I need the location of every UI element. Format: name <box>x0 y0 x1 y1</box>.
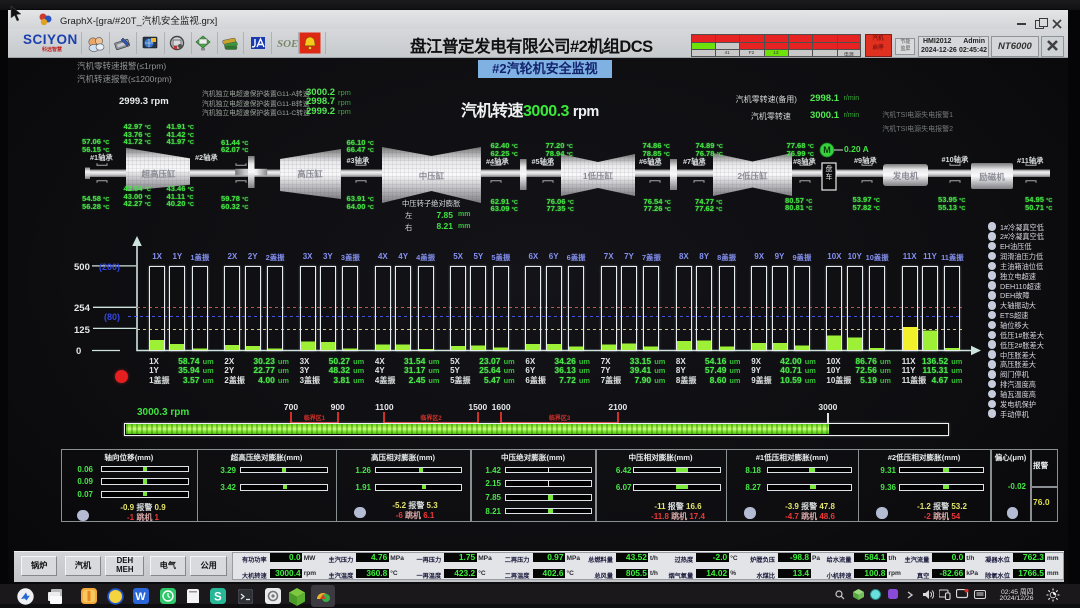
svg-text:W: W <box>135 591 146 603</box>
svg-text:S: S <box>214 591 222 603</box>
